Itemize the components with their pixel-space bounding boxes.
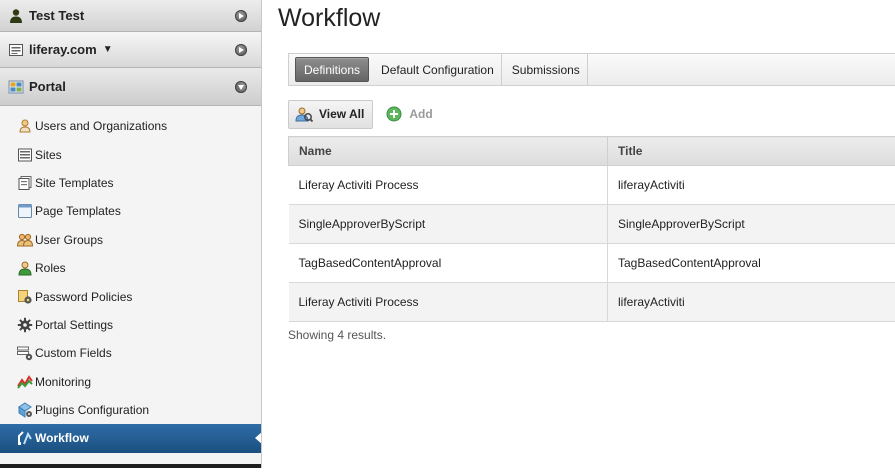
portal-panel-toggle-icon[interactable] — [235, 80, 247, 93]
tab-bar: Definitions Default Configuration Submis… — [288, 53, 895, 86]
sidebar-item-workflow[interactable]: Workflow — [0, 424, 261, 453]
sidebar-item-sites[interactable]: Sites — [0, 140, 261, 168]
plugins-icon — [17, 402, 33, 419]
toolbar: View All Add — [288, 99, 508, 129]
sidebar-item-label: Monitoring — [35, 374, 92, 389]
user-name: Test Test — [29, 8, 85, 23]
table-row[interactable]: Liferay Activiti Process liferayActiviti — [288, 165, 895, 205]
add-icon — [385, 105, 403, 123]
table-row[interactable]: SingleApproverByScript SingleApproverByS… — [288, 204, 895, 244]
sidebar-item-label: Site Templates — [35, 175, 114, 190]
sidebar-item-label: Page Templates — [35, 204, 121, 219]
sidebar-item-monitoring[interactable]: Monitoring — [0, 368, 261, 396]
view-all-icon — [295, 105, 313, 123]
cell-title[interactable]: SingleApproverByScript — [607, 204, 895, 244]
users-orgs-icon — [17, 118, 33, 134]
sidebar-item-custom-fields[interactable]: Custom Fields — [0, 339, 261, 367]
sidebar-item-label: Roles — [35, 261, 66, 276]
table-row[interactable]: TagBasedContentApproval TagBasedContentA… — [288, 243, 895, 283]
user-panel-header[interactable]: Test Test — [0, 0, 261, 32]
portal-label: Portal — [29, 79, 66, 94]
add-label: Add — [409, 107, 433, 121]
add-button[interactable]: Add — [379, 100, 440, 129]
cell-name[interactable]: TagBasedContentApproval — [288, 243, 608, 283]
sidebar-bottom-divider — [0, 464, 261, 468]
page-templates-icon — [17, 203, 33, 219]
portal-icon — [8, 79, 24, 95]
sidebar-item-label: User Groups — [35, 232, 104, 247]
tab-default-configuration[interactable]: Default Configuration — [373, 53, 502, 86]
portal-nav-list: Users and Organizations Sites Site Templ… — [0, 106, 261, 453]
tab-submissions[interactable]: Submissions — [504, 53, 588, 86]
table-row[interactable]: Liferay Activiti Process liferayActiviti — [288, 282, 895, 322]
results-count: Showing 4 results. — [288, 328, 387, 342]
sidebar-item-label: Password Policies — [35, 289, 133, 304]
sidebar: Test Test liferay.com ▼ Portal Users and… — [0, 0, 262, 468]
password-policies-icon — [17, 289, 33, 305]
site-panel-toggle-icon[interactable] — [235, 43, 247, 56]
view-all-label: View All — [319, 107, 365, 121]
sidebar-item-label: Sites — [35, 147, 62, 162]
column-header-title[interactable]: Title — [607, 136, 895, 166]
roles-icon — [17, 260, 33, 276]
view-all-button[interactable]: View All — [288, 99, 374, 129]
sidebar-item-password-policies[interactable]: Password Policies — [0, 282, 261, 310]
sidebar-item-label: Workflow — [35, 431, 89, 446]
cell-title[interactable]: TagBasedContentApproval — [607, 243, 895, 283]
site-name: liferay.com — [29, 42, 97, 57]
user-groups-icon — [17, 232, 33, 248]
portal-panel-header[interactable]: Portal — [0, 68, 261, 106]
sidebar-item-portal-settings[interactable]: Portal Settings — [0, 311, 261, 339]
sidebar-item-label: Users and Organizations — [35, 119, 168, 134]
monitoring-icon — [17, 374, 33, 390]
site-templates-icon — [17, 175, 33, 191]
cell-name[interactable]: SingleApproverByScript — [288, 204, 608, 244]
workflow-icon — [17, 430, 33, 446]
site-icon — [8, 42, 24, 58]
sites-icon — [17, 147, 33, 163]
page-title: Workflow — [278, 4, 381, 32]
sidebar-item-users-and-organizations[interactable]: Users and Organizations — [0, 112, 261, 140]
site-panel-header[interactable]: liferay.com ▼ — [0, 32, 261, 68]
sidebar-item-site-templates[interactable]: Site Templates — [0, 169, 261, 197]
sidebar-item-roles[interactable]: Roles — [0, 254, 261, 282]
custom-fields-icon — [17, 345, 33, 361]
tab-definitions[interactable]: Definitions — [295, 57, 370, 82]
cell-name[interactable]: Liferay Activiti Process — [288, 165, 608, 205]
sidebar-item-label: Portal Settings — [35, 317, 114, 332]
sidebar-item-label: Custom Fields — [35, 346, 112, 361]
user-panel-toggle-icon[interactable] — [235, 9, 247, 22]
user-icon — [8, 8, 24, 24]
sidebar-item-user-groups[interactable]: User Groups — [0, 226, 261, 254]
cell-name[interactable]: Liferay Activiti Process — [288, 282, 608, 322]
main-content: Workflow Definitions Default Configurati… — [262, 0, 895, 468]
gear-icon — [17, 317, 33, 333]
chevron-down-icon[interactable]: ▼ — [103, 44, 113, 55]
cell-title[interactable]: liferayActiviti — [607, 165, 895, 205]
definitions-table: Name Title Liferay Activiti Process life… — [288, 136, 895, 322]
table-header-row: Name Title — [288, 136, 895, 166]
sidebar-item-plugins-configuration[interactable]: Plugins Configuration — [0, 396, 261, 424]
sidebar-item-label: Plugins Configuration — [35, 403, 150, 418]
sidebar-item-page-templates[interactable]: Page Templates — [0, 197, 261, 225]
column-header-name[interactable]: Name — [288, 136, 608, 166]
cell-title[interactable]: liferayActiviti — [607, 282, 895, 322]
